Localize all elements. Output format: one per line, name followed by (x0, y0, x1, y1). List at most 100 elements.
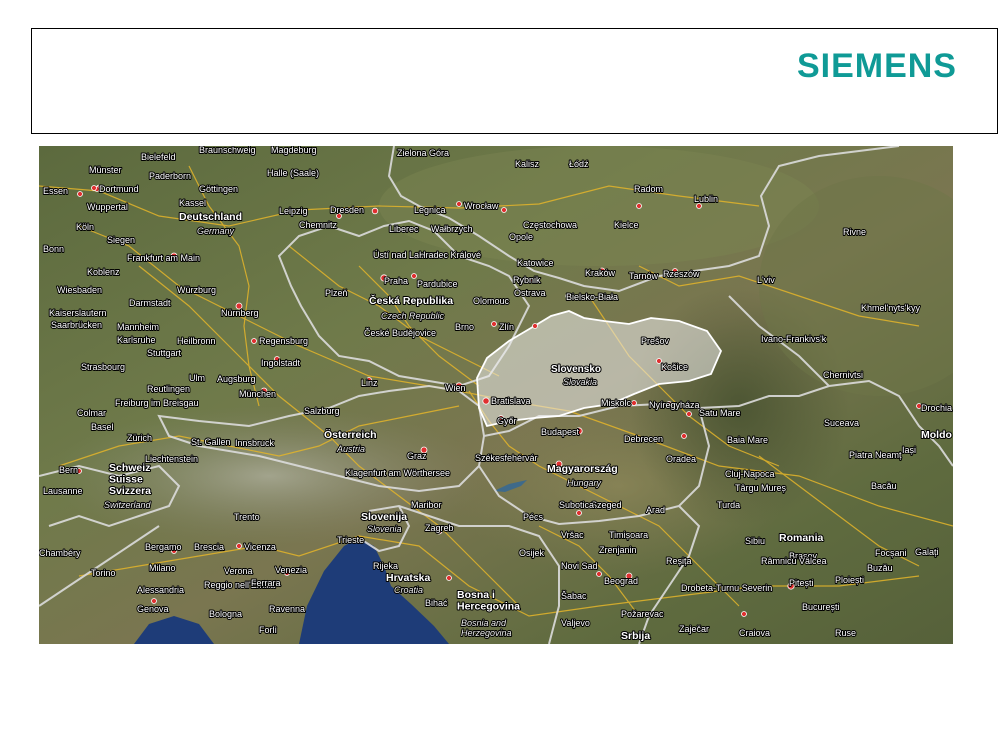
city-label: Ferrara (251, 578, 281, 588)
city-label: Braunschweig (199, 146, 256, 155)
city-label: Verona (224, 566, 253, 576)
country-english: Croatia (394, 585, 423, 595)
city-label: Basel (91, 422, 114, 432)
city-label: Beograd (604, 576, 638, 586)
city-label: Siegen (107, 235, 135, 245)
city-label: Rybnik (513, 275, 541, 285)
city-label: Buzău (867, 563, 893, 573)
city-label: Sibiu (745, 536, 765, 546)
city-label: Ploiești (835, 575, 864, 585)
city-label: Bern (59, 465, 78, 475)
city-label: Turda (717, 500, 740, 510)
city-label: Plzeň (325, 288, 348, 298)
city-label: Strasbourg (81, 362, 125, 372)
city-label: Koblenz (87, 267, 120, 277)
city-label: Frankfurt am Main (127, 253, 200, 263)
city-label: Göttingen (199, 184, 238, 194)
city-label: Bacău (871, 481, 897, 491)
city-label: Regensburg (259, 336, 308, 346)
city-label: Debrecen (624, 434, 663, 444)
country-label: Slovenija (361, 511, 407, 523)
city-label: Zrenjanin (599, 545, 637, 555)
city-label: Drochia (921, 403, 952, 413)
city-label: Bielsko-Biała (566, 292, 618, 302)
country-english: Slovenia (367, 524, 402, 534)
city-label: St. Gallen (191, 437, 231, 447)
city-label: Piatra Neamț (849, 450, 902, 460)
city-label: Wrocław (464, 201, 499, 211)
slovakia-english: Slovakia (563, 377, 597, 387)
city-label: Vršac (561, 530, 584, 540)
city-label: Alessandria (137, 585, 184, 595)
city-label: Bologna (209, 609, 242, 619)
city-label: Ostrava (514, 288, 546, 298)
city-label: Opole (509, 232, 533, 242)
city-label: Novi Sad (561, 561, 598, 571)
city-label: Bihać (425, 598, 448, 608)
city-label: Würzburg (177, 285, 216, 295)
city-label: Wien (445, 383, 466, 393)
city-label: Ulm (189, 373, 205, 383)
city-label: Essen (43, 186, 68, 196)
city-label: Katowice (517, 258, 554, 268)
city-label: Kalisz (515, 159, 540, 169)
city-label: Stuttgart (147, 348, 182, 358)
country-label: Hrvatska (386, 572, 431, 584)
city-label: Satu Mare (699, 408, 741, 418)
siemens-logo: SIEMENS (796, 47, 957, 85)
city-label: Timișoara (609, 530, 648, 540)
city-label: Ivano-Frankivs'k (761, 334, 827, 344)
city-label: Kassel (179, 198, 206, 208)
city-label: Dresden (330, 205, 364, 215)
city-label: Bonn (43, 244, 64, 254)
city-label: Kraków (585, 268, 616, 278)
city-label: Košice (661, 362, 688, 372)
city-label: L'viv (757, 275, 775, 285)
slovakia-label: Slovensko (551, 364, 601, 375)
country-label: Srbija (621, 630, 650, 642)
city-label: Wiesbaden (57, 285, 102, 295)
city-label: Nürnberg (221, 308, 259, 318)
city-label: Rivne (843, 227, 866, 237)
city-label: Trento (234, 512, 260, 522)
city-label: Drobeta-Turnu Severin (681, 583, 772, 593)
city-label: Cluj-Napoca (725, 469, 775, 479)
city-label: Karlsruhe (117, 335, 156, 345)
country-english: Austria (336, 444, 365, 454)
city-label: Maribor (411, 500, 442, 510)
city-label: Pécs (523, 512, 544, 522)
city-label: Ruse (835, 628, 856, 638)
city-label: Osijek (519, 548, 545, 558)
city-label: Oradea (666, 454, 696, 464)
city-label: Reutlingen (147, 384, 190, 394)
city-label: Brno (455, 322, 474, 332)
country-english: Bosnia and Herzegovina (461, 618, 512, 638)
city-label: Požarevac (621, 609, 664, 619)
satellite-map[interactable]: Deutschland Germany Česká Republika Czec… (39, 146, 953, 644)
country-english: Switzerland (104, 500, 152, 510)
city-label: Székesfehérvár (475, 453, 538, 463)
city-label: Klagenfurt am Wörthersee (345, 468, 450, 478)
city-label: Râmnicu Vâlcea (761, 556, 827, 566)
country-english: Czech Republic (381, 311, 445, 321)
city-label: Venezia (275, 565, 307, 575)
city-label: České Budějovice (364, 328, 436, 338)
city-label: Leipzig (279, 206, 308, 216)
city-label: Innsbruck (235, 438, 275, 448)
city-label: Târgu Mureș (735, 483, 787, 493)
city-label: Szeged (591, 500, 622, 510)
city-label: Brescia (194, 542, 224, 552)
city-label: Köln (76, 222, 94, 232)
city-label: Heilbronn (177, 336, 216, 346)
country-label: Romania (779, 532, 824, 544)
city-label: Zlín (499, 322, 514, 332)
city-label: Liechtenstein (145, 454, 198, 464)
header-bar: SIEMENS (31, 28, 998, 134)
city-label: Bergamo (145, 542, 182, 552)
city-label: Freiburg im Breisgau (115, 398, 199, 408)
country-english: Germany (197, 226, 235, 236)
city-label: Miskolc (601, 398, 632, 408)
city-label: Częstochowa (523, 220, 577, 230)
city-label: București (802, 602, 840, 612)
city-label: Wałbrzych (431, 224, 473, 234)
